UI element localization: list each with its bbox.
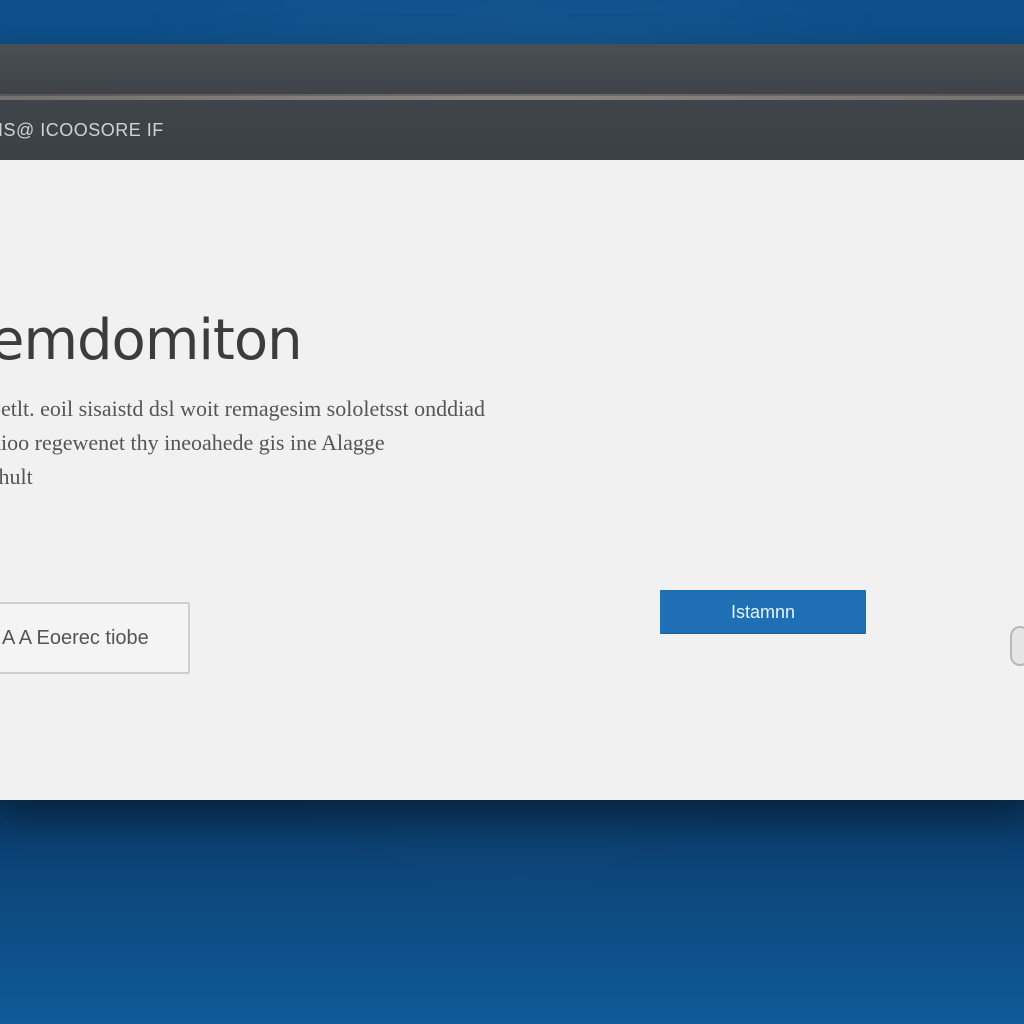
window-title: IS@ ICOOSORE IF xyxy=(0,120,164,140)
secondary-button[interactable]: A A Eoerec tiobe xyxy=(0,602,190,674)
primary-button[interactable]: Istamnn xyxy=(660,590,866,634)
scroll-handle[interactable] xyxy=(1010,626,1024,666)
dialog-body-line-1: petlt. eoil sisaistd dsl woit remagesim … xyxy=(0,396,485,421)
dialog-body-line-2: dioo regewenet thy ineoahede gis ine Ala… xyxy=(0,430,385,455)
dialog-window: IS@ ICOOSORE IF emdomiton petlt. eoil si… xyxy=(0,44,1024,800)
window-frame xyxy=(0,44,1024,96)
title-bar[interactable]: IS@ ICOOSORE IF xyxy=(0,100,1024,161)
dialog-body-line-3: shult xyxy=(0,464,33,489)
dialog-heading: emdomiton xyxy=(0,308,303,373)
dialog-content: emdomiton petlt. eoil sisaistd dsl woit … xyxy=(0,160,1024,800)
